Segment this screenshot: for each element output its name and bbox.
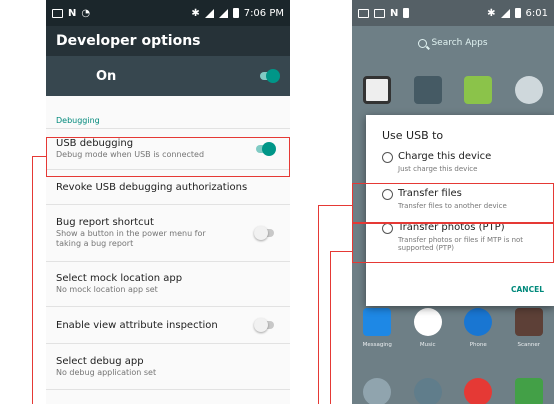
option-summary: Just charge this device: [398, 165, 478, 173]
app-qr[interactable]: [354, 76, 400, 104]
item-title: Select debug app: [56, 355, 144, 367]
item-summary: No mock location app set: [56, 285, 158, 294]
app-camera[interactable]: [506, 76, 552, 104]
bug-report-shortcut-row[interactable]: Bug report shortcut Show a button in the…: [46, 204, 290, 261]
headphones-icon: [413, 308, 442, 336]
wifi-signal-icon: [204, 8, 214, 18]
app-label: Phone: [469, 342, 487, 348]
status-time: 6:01: [525, 7, 548, 19]
leader-line-v: [32, 156, 33, 404]
next-row-partial: [46, 389, 290, 404]
callout-transfer-files: [352, 183, 554, 223]
app-row-top: [352, 76, 554, 104]
battery-icon: [232, 8, 239, 18]
bluetooth-icon: ✱: [487, 7, 496, 19]
app-search[interactable]: [354, 378, 400, 404]
app-messaging[interactable]: Messaging: [354, 308, 400, 348]
leader-line-v: [330, 251, 331, 404]
item-title: Bug report shortcut: [56, 217, 154, 228]
barcode-icon: [514, 308, 543, 336]
item-title: Enable view attribute inspection: [56, 319, 218, 331]
select-debug-app-row[interactable]: Select debug app No debug application se…: [46, 343, 290, 389]
cancel-button[interactable]: CANCEL: [511, 285, 544, 294]
app-calculator[interactable]: [405, 76, 451, 104]
qr-code-icon: [363, 76, 392, 104]
app-music[interactable]: Music: [405, 308, 451, 348]
sd-card-icon: [403, 8, 410, 18]
search-apps-bar[interactable]: Search Apps: [352, 26, 554, 60]
app-row-bottom: Messaging Music Phone Scanner: [352, 308, 554, 348]
messaging-icon: [363, 308, 392, 336]
app-alert[interactable]: [455, 378, 501, 404]
camera-icon: [514, 76, 543, 104]
calculator-icon: [413, 76, 442, 104]
leader-line-h: [32, 156, 46, 157]
n-logo-icon: N: [390, 7, 399, 19]
play-icon: [514, 378, 543, 404]
item-title: Select mock location app: [56, 273, 183, 284]
callout-usb-debugging: [46, 137, 290, 177]
image-icon: [374, 8, 385, 18]
dialog-title: Use USB to: [382, 129, 444, 142]
phone-icon: [464, 308, 493, 336]
status-bar: N ◔ ✱ 7:06 PM: [46, 0, 290, 26]
master-switch-toggle[interactable]: [258, 69, 280, 83]
n-logo-icon: N: [68, 7, 77, 19]
wifi-icon: ◔: [81, 7, 91, 19]
option-charge[interactable]: Charge this device Just charge this devi…: [366, 151, 554, 183]
item-summary: No debug application set: [56, 367, 157, 377]
app-label: Scanner: [517, 342, 540, 348]
master-switch-label: On: [96, 68, 117, 84]
app-row-partial: [352, 378, 554, 404]
gallery-icon: [464, 76, 493, 104]
bluetooth-icon: ✱: [191, 7, 200, 19]
developer-options-screen: N ◔ ✱ 7:06 PM Developer options On Debug…: [46, 0, 290, 404]
app-play[interactable]: [506, 378, 552, 404]
leader-line-h: [318, 205, 352, 206]
app-phone[interactable]: Phone: [455, 308, 501, 348]
mock-location-app-row[interactable]: Select mock location app No mock locatio…: [46, 261, 290, 306]
gear-icon: [413, 378, 442, 404]
status-time: 7:06 PM: [243, 7, 284, 19]
app-gallery[interactable]: [455, 76, 501, 104]
magnifier-icon: [363, 378, 392, 404]
notification-icon: [358, 8, 369, 18]
notification-icon: [52, 8, 63, 18]
status-bar: N ✱ 6:01: [352, 0, 554, 26]
bug-report-toggle[interactable]: [254, 226, 276, 240]
app-scanner[interactable]: Scanner: [506, 308, 552, 348]
radio-button[interactable]: [382, 152, 393, 163]
master-switch-bar[interactable]: On: [46, 56, 290, 96]
app-bar: Developer options: [46, 26, 290, 56]
app-label: Messaging: [362, 342, 392, 348]
section-header: Debugging: [56, 116, 100, 125]
leader-line-v: [318, 205, 319, 404]
cell-signal-icon: [500, 8, 510, 18]
search-label: Search Apps: [431, 38, 488, 48]
item-title: Revoke USB debugging authorizations: [56, 181, 248, 193]
page-title: Developer options: [56, 33, 201, 49]
alert-icon: [464, 378, 493, 404]
battery-icon: [514, 8, 521, 18]
option-title: Charge this device: [398, 151, 492, 162]
cell-signal-icon: [218, 8, 228, 18]
app-label: Music: [419, 342, 436, 348]
view-attribute-toggle[interactable]: [254, 318, 276, 332]
view-attribute-inspection-row[interactable]: Enable view attribute inspection: [46, 306, 290, 343]
app-settings[interactable]: [405, 378, 451, 404]
item-summary: Show a button in the power menu for taki…: [56, 229, 206, 248]
callout-transfer-photos: [352, 223, 554, 263]
search-icon: [418, 38, 428, 48]
leader-line-h: [330, 251, 352, 252]
